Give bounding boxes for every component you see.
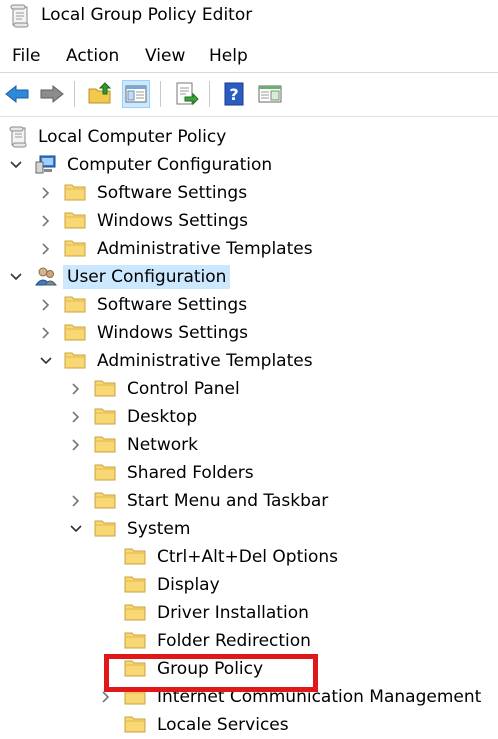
folder-icon [64, 238, 86, 258]
policy-editor-icon [9, 4, 31, 32]
tree-item-label: Locale Services [157, 715, 289, 735]
menu-separator [0, 72, 498, 73]
extended-view-icon[interactable] [256, 80, 284, 108]
chevron-down-icon[interactable] [9, 269, 23, 283]
chevron-right-icon[interactable] [69, 409, 83, 423]
tree-item-label: Computer Configuration [67, 155, 273, 175]
folder-icon [64, 322, 86, 342]
policy-icon [8, 126, 30, 148]
help-icon[interactable]: ? [221, 80, 249, 108]
chevron-right-icon[interactable] [69, 493, 83, 507]
chevron-right-icon[interactable] [39, 241, 53, 255]
title-bar: Local Group Policy Editor [0, 0, 498, 34]
menu-view[interactable]: View [145, 44, 185, 68]
folder-icon [64, 210, 86, 230]
folder-icon [94, 434, 116, 454]
chevron-right-icon[interactable] [39, 297, 53, 311]
menu-action[interactable]: Action [66, 44, 119, 68]
chevron-down-icon[interactable] [39, 353, 53, 367]
svg-text:?: ? [229, 85, 238, 104]
folder-icon [124, 574, 146, 594]
tree-item-label: Network [127, 435, 198, 455]
tree-item-label: Administrative Templates [97, 239, 313, 259]
folder-icon [94, 462, 116, 482]
up-folder-icon[interactable] [86, 80, 114, 108]
menu-help[interactable]: Help [209, 44, 248, 68]
forward-arrow-icon[interactable] [38, 80, 66, 108]
back-arrow-icon[interactable] [3, 80, 31, 108]
tree-item-label: Display [157, 575, 220, 595]
folder-icon [64, 294, 86, 314]
toolbar-separator [160, 81, 161, 107]
menu-file[interactable]: File [12, 44, 40, 68]
users-icon [34, 266, 58, 286]
tree-item-label: User Configuration [63, 265, 231, 289]
chevron-down-icon[interactable] [9, 157, 23, 171]
toolbar: ? [0, 74, 498, 114]
chevron-right-icon[interactable] [39, 325, 53, 339]
chevron-right-icon[interactable] [69, 437, 83, 451]
tree-item-label: Local Computer Policy [38, 127, 227, 147]
tree-item-label: Windows Settings [97, 211, 249, 231]
tree-item-label: Shared Folders [127, 463, 254, 483]
toolbar-separator [74, 81, 75, 107]
folder-icon [94, 518, 116, 538]
folder-icon [94, 406, 116, 426]
tree-item-label: Windows Settings [97, 323, 249, 343]
chevron-right-icon[interactable] [39, 213, 53, 227]
tree-item-label: System [127, 519, 191, 539]
tree-item-label: Administrative Templates [97, 351, 313, 371]
folder-icon [94, 378, 116, 398]
tree-item-label: Start Menu and Taskbar [127, 491, 329, 511]
folder-icon [64, 182, 86, 202]
tree-item-label: Ctrl+Alt+Del Options [157, 547, 339, 567]
chevron-right-icon[interactable] [69, 381, 83, 395]
tree-item-label: Desktop [127, 407, 198, 427]
folder-icon [94, 490, 116, 510]
chevron-down-icon[interactable] [69, 521, 83, 535]
tree-item-label: Software Settings [97, 183, 248, 203]
show-hide-tree-icon[interactable] [122, 80, 150, 108]
annotation-highlight-box [104, 654, 318, 692]
toolbar-separator [209, 81, 210, 107]
folder-icon [124, 546, 146, 566]
tree-item-label: Folder Redirection [157, 631, 311, 651]
menu-bar: File Action View Help [0, 42, 498, 70]
folder-icon [124, 602, 146, 622]
toolbar-separator-line [0, 116, 498, 117]
tree-item-label: Control Panel [127, 379, 240, 399]
computer-icon [34, 154, 56, 174]
folder-icon [124, 630, 146, 650]
tree-item-label: Software Settings [97, 295, 248, 315]
export-list-icon[interactable] [172, 80, 200, 108]
tree-item-label: Driver Installation [157, 603, 309, 623]
folder-icon [64, 350, 86, 370]
window-title: Local Group Policy Editor [41, 5, 253, 25]
folder-icon [124, 714, 146, 734]
chevron-right-icon[interactable] [39, 185, 53, 199]
